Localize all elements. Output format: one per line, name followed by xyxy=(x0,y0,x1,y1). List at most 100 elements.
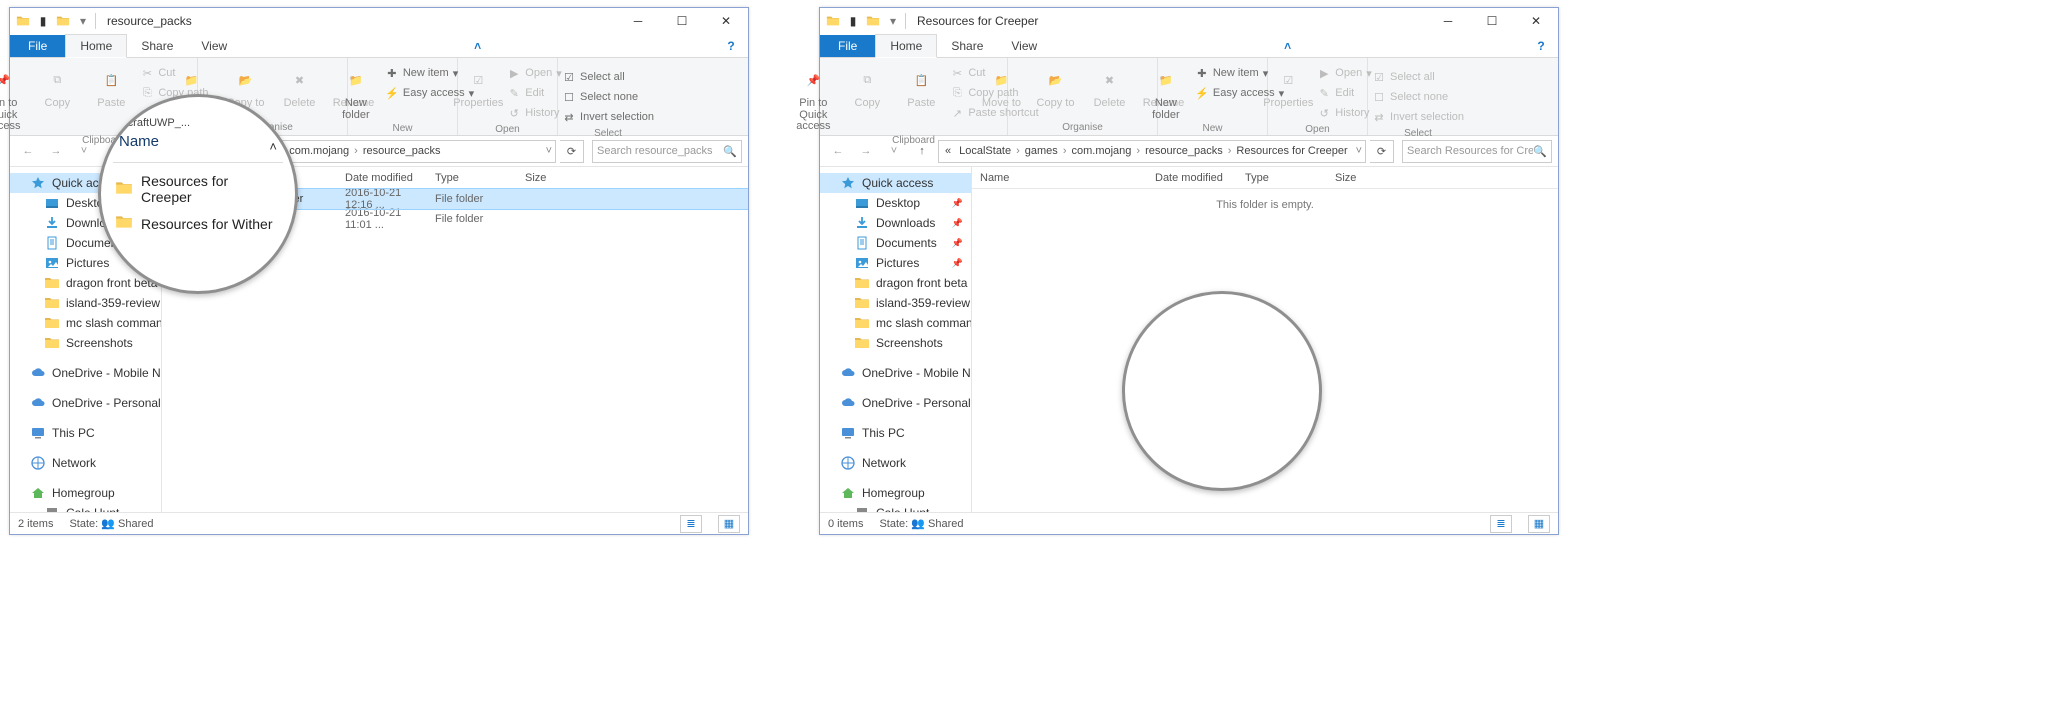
sidebar-item-folder[interactable]: mc slash command xyxy=(820,313,971,333)
view-icons-button[interactable]: ▦ xyxy=(718,515,740,533)
nav-recent-button[interactable]: ˅ xyxy=(882,139,906,163)
qat-newfolder-icon[interactable] xyxy=(54,12,72,30)
sidebar-item-onedrive[interactable]: OneDrive - Personal xyxy=(10,393,161,413)
ribbon-toggle-icon[interactable]: ˄ xyxy=(467,35,489,57)
sidebar-item-user[interactable]: Cale Hunt xyxy=(820,503,971,512)
bc-dropdown-icon[interactable]: ˅ xyxy=(1355,145,1363,157)
sidebar-item-quickaccess[interactable]: Quick access xyxy=(820,173,971,193)
close-button[interactable]: ✕ xyxy=(704,8,748,34)
col-date[interactable]: Date modified xyxy=(337,172,427,184)
qat-newfolder-icon[interactable] xyxy=(864,12,882,30)
newfolder-button[interactable]: 📁New folder xyxy=(331,62,381,121)
invertselection-button[interactable]: ⇄Invert selection xyxy=(562,108,654,126)
pin-quickaccess-button[interactable]: 📌Pin to Quick access xyxy=(788,62,838,133)
sidebar-item-onedrive[interactable]: OneDrive - Personal xyxy=(820,393,971,413)
ribbon-toggle-icon[interactable]: ˄ xyxy=(1277,35,1299,57)
copyto-button[interactable]: 📂Copy to xyxy=(1031,62,1081,110)
minimize-button[interactable]: ─ xyxy=(1426,8,1470,34)
close-button[interactable]: ✕ xyxy=(1514,8,1558,34)
qat-customise-icon[interactable]: ▾ xyxy=(74,12,92,30)
nav-back-button[interactable]: ← xyxy=(16,139,40,163)
tab-file[interactable]: File xyxy=(10,35,65,57)
delete-button[interactable]: ✖Delete xyxy=(275,62,325,110)
refresh-button[interactable]: ⟳ xyxy=(560,140,584,163)
view-details-button[interactable]: ≣ xyxy=(680,515,702,533)
edit-button[interactable]: ✎Edit xyxy=(507,84,561,102)
sidebar-item-onedrive[interactable]: OneDrive - Mobile N... xyxy=(10,363,161,383)
search-input[interactable] xyxy=(597,145,723,157)
file-list-pane[interactable]: Name Date modified Type Size This folder… xyxy=(972,167,1558,512)
pin-quickaccess-button[interactable]: 📌 Pin to Quick access xyxy=(0,62,28,133)
selectall-button[interactable]: ☑Select all xyxy=(1372,68,1464,86)
selectnone-button[interactable]: ☐Select none xyxy=(562,88,654,106)
open-button[interactable]: ▶Open ▾ xyxy=(507,64,561,82)
properties-button[interactable]: ☑Properties xyxy=(453,62,503,110)
sidebar-item-folder[interactable]: dragon front beta p xyxy=(820,273,971,293)
navigation-pane[interactable]: Quick access Desktop📌 Downloads📌 Documen… xyxy=(820,167,972,512)
paste-button[interactable]: 📋 Paste xyxy=(86,62,136,110)
column-headers[interactable]: Name Date modified Type Size xyxy=(972,167,1558,189)
bc-overflow[interactable]: « xyxy=(941,145,955,157)
copy-button[interactable]: ⧉Copy xyxy=(842,62,892,110)
nav-up-button[interactable]: ↑ xyxy=(910,139,934,163)
edit-button[interactable]: ✎Edit xyxy=(1317,84,1371,102)
col-type[interactable]: Type xyxy=(427,172,517,184)
qat-props-icon[interactable]: ▮ xyxy=(34,12,52,30)
open-button[interactable]: ▶Open ▾ xyxy=(1317,64,1371,82)
invertselection-button[interactable]: ⇄Invert selection xyxy=(1372,108,1464,126)
sidebar-item-pictures[interactable]: Pictures📌 xyxy=(820,253,971,273)
tab-home[interactable]: Home xyxy=(875,34,937,58)
qat-customise-icon[interactable]: ▾ xyxy=(884,12,902,30)
search-box[interactable]: 🔍 xyxy=(592,140,742,163)
tab-share[interactable]: Share xyxy=(127,35,187,57)
minimize-button[interactable]: ─ xyxy=(616,8,660,34)
tab-view[interactable]: View xyxy=(187,35,241,57)
selectall-button[interactable]: ☑Select all xyxy=(562,68,654,86)
tab-view[interactable]: View xyxy=(997,35,1051,57)
history-button[interactable]: ↺History xyxy=(1317,104,1371,122)
properties-button[interactable]: ☑Properties xyxy=(1263,62,1313,110)
help-icon[interactable]: ? xyxy=(720,35,742,57)
sidebar-item-folder[interactable]: Screenshots xyxy=(10,333,161,353)
col-date[interactable]: Date modified xyxy=(1147,172,1237,184)
view-details-button[interactable]: ≣ xyxy=(1490,515,1512,533)
nav-recent-button[interactable]: ˅ xyxy=(72,139,96,163)
sidebar-item-user[interactable]: Cale Hunt xyxy=(10,503,161,512)
sidebar-item-network[interactable]: Network xyxy=(820,453,971,473)
tab-share[interactable]: Share xyxy=(937,35,997,57)
maximize-button[interactable]: ☐ xyxy=(660,8,704,34)
paste-button[interactable]: 📋Paste xyxy=(896,62,946,110)
search-box[interactable]: 🔍 xyxy=(1402,140,1552,163)
bc-dropdown-icon[interactable]: ˅ xyxy=(545,145,553,157)
history-button[interactable]: ↺History xyxy=(507,104,561,122)
copy-button[interactable]: ⧉ Copy xyxy=(32,62,82,110)
sidebar-item-folder[interactable]: dragon front beta p xyxy=(10,273,161,293)
sidebar-item-folder[interactable]: island-359-review xyxy=(10,293,161,313)
sidebar-item-thispc[interactable]: This PC xyxy=(820,423,971,443)
bc-segment[interactable]: com.mojang xyxy=(1067,145,1135,157)
refresh-button[interactable]: ⟳ xyxy=(1370,140,1394,163)
bc-segment[interactable]: resource_packs xyxy=(1141,145,1227,157)
sidebar-item-onedrive[interactable]: OneDrive - Mobile N... xyxy=(820,363,971,383)
bc-segment[interactable]: Resources for Creeper xyxy=(1232,145,1351,157)
nav-forward-button[interactable]: → xyxy=(44,139,68,163)
nav-forward-button[interactable]: → xyxy=(854,139,878,163)
sidebar-item-folder[interactable]: island-359-review xyxy=(820,293,971,313)
search-input[interactable] xyxy=(1407,145,1533,157)
col-size[interactable]: Size xyxy=(1327,172,1387,184)
qat-props-icon[interactable]: ▮ xyxy=(844,12,862,30)
sidebar-item-homegroup[interactable]: Homegroup xyxy=(820,483,971,503)
bc-segment[interactable]: LocalState xyxy=(955,145,1015,157)
tab-home[interactable]: Home xyxy=(65,34,127,58)
sidebar-item-folder[interactable]: Screenshots xyxy=(820,333,971,353)
col-name[interactable]: Name xyxy=(972,172,1147,184)
sidebar-item-documents[interactable]: Documents📌 xyxy=(820,233,971,253)
moveto-button[interactable]: 📁Move to xyxy=(977,62,1027,110)
sidebar-item-network[interactable]: Network xyxy=(10,453,161,473)
selectnone-button[interactable]: ☐Select none xyxy=(1372,88,1464,106)
delete-button[interactable]: ✖Delete xyxy=(1085,62,1135,110)
view-icons-button[interactable]: ▦ xyxy=(1528,515,1550,533)
sidebar-item-downloads[interactable]: Downloads📌 xyxy=(820,213,971,233)
sidebar-item-desktop[interactable]: Desktop📌 xyxy=(820,193,971,213)
tab-file[interactable]: File xyxy=(820,35,875,57)
